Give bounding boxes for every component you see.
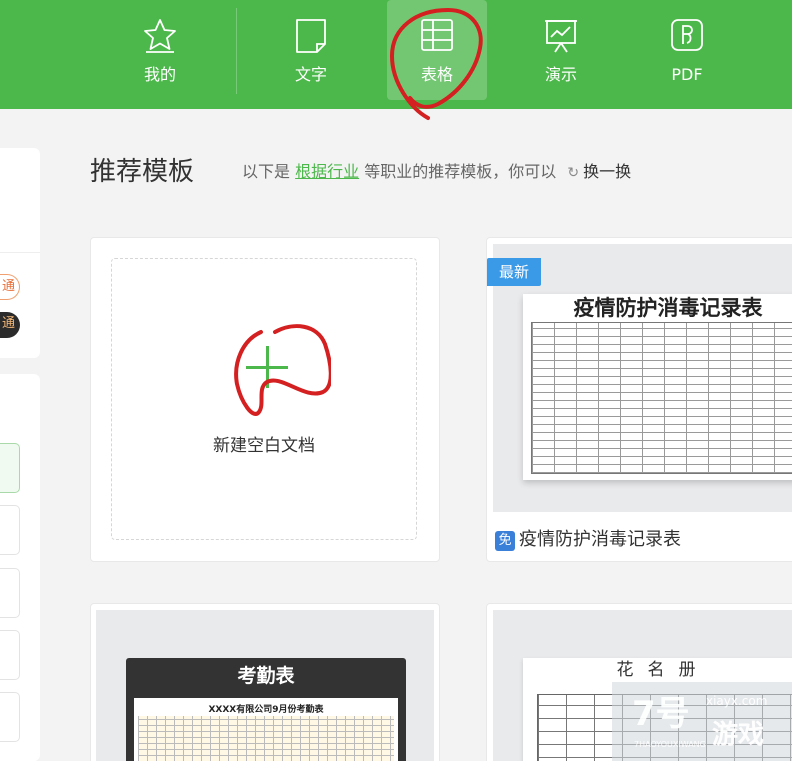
sidebar-divider xyxy=(0,252,40,253)
new-badge: 最新 xyxy=(487,258,541,286)
subtitle-prefix: 以下是 xyxy=(242,162,291,181)
preview-title: 花名册 xyxy=(616,660,710,680)
recommend-subtitle: 以下是 根据行业 等职业的推荐模板，你可以 ↻ 换一换 xyxy=(242,160,631,185)
nav-tab-mine[interactable]: 我的 xyxy=(110,0,210,100)
refresh-label: 换一换 xyxy=(583,162,632,181)
watermark-url: xiayx.com xyxy=(706,694,768,708)
sidebar-category-item[interactable] xyxy=(0,568,20,618)
sidebar-category-item[interactable] xyxy=(0,505,20,555)
nav-tab-presentation[interactable]: 演示 xyxy=(511,0,611,100)
preview-subtitle: XXXX有限公司9月份考勤表 xyxy=(208,705,324,715)
refresh-icon: ↻ xyxy=(567,165,580,181)
document-icon xyxy=(296,19,326,53)
preview-grid xyxy=(531,322,792,474)
template-caption-text: 疫情防护消毒记录表 xyxy=(519,529,681,550)
template-thumbnail: 考勤表 XXXX有限公司9月份考勤表 xyxy=(96,610,434,761)
watermark-mark: 7号 xyxy=(632,694,690,734)
template-card-attendance[interactable]: 考勤表 XXXX有限公司9月份考勤表 xyxy=(90,603,440,761)
industry-link[interactable]: 根据行业 xyxy=(295,162,359,181)
sidebar-category-item[interactable] xyxy=(0,630,20,680)
watermark-game: 游戏 xyxy=(712,720,765,750)
new-blank-doc-button[interactable]: 新建空白文档 xyxy=(111,258,417,540)
subtitle-suffix: 等职业的推荐模板，你可以 xyxy=(364,162,557,181)
nav-tab-spreadsheet[interactable]: 表格 xyxy=(387,0,487,100)
refresh-button[interactable]: ↻ 换一换 xyxy=(567,162,631,181)
plus-icon-vertical xyxy=(266,346,269,388)
preview-title: 疫情防护消毒记录表 xyxy=(573,295,763,320)
sidebar-category-item[interactable] xyxy=(0,692,20,742)
preview-grid xyxy=(138,716,394,761)
preview-paper: XXXX有限公司9月份考勤表 xyxy=(134,698,398,761)
template-card-epidemic[interactable]: 最新 疫情防护消毒记录表 免疫情防护消毒记录表 xyxy=(486,237,792,562)
nav-divider xyxy=(236,8,237,94)
sidebar-category-item[interactable] xyxy=(0,443,20,493)
top-nav-bar: 我的 文字 表格 演示 PDF xyxy=(0,0,792,109)
page-title: 推荐模板 xyxy=(90,157,195,187)
star-icon xyxy=(144,19,176,53)
spreadsheet-preview: 疫情防护消毒记录表 xyxy=(523,294,792,480)
new-blank-doc-card: 新建空白文档 xyxy=(90,237,440,562)
nav-tab-label: PDF xyxy=(671,65,703,84)
presentation-icon xyxy=(545,20,577,53)
preview-title: 考勤表 xyxy=(237,665,295,687)
template-caption: 免疫情防护消毒记录表 xyxy=(495,528,681,552)
spreadsheet-preview: 考勤表 XXXX有限公司9月份考勤表 xyxy=(126,658,406,761)
nav-tab-pdf[interactable]: PDF xyxy=(637,0,737,100)
nav-tab-label: 表格 xyxy=(420,65,453,84)
nav-tab-label: 演示 xyxy=(544,65,577,84)
spreadsheet-icon xyxy=(421,19,453,51)
nav-tab-label: 文字 xyxy=(294,65,327,84)
new-blank-doc-label: 新建空白文档 xyxy=(213,436,315,456)
watermark-pinyin: 7HAOYOUXIWANG xyxy=(634,740,706,749)
pdf-icon xyxy=(671,19,703,51)
nav-tab-label: 我的 xyxy=(143,65,176,84)
free-badge: 免 xyxy=(495,531,515,551)
site-watermark-logo: 7号 xiayx.com 游戏 7HAOYOUXIWANG xyxy=(612,682,792,761)
nav-tab-writer[interactable]: 文字 xyxy=(261,0,361,100)
